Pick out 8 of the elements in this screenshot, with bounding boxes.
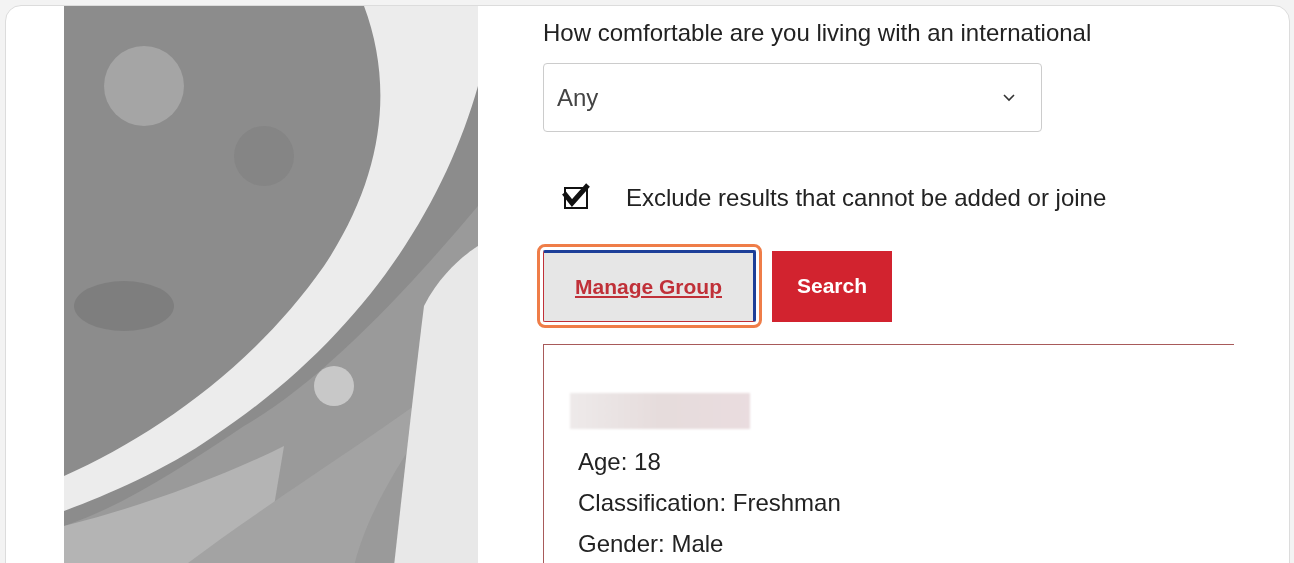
question-label: How comfortable are you living with an international: [543, 19, 1093, 48]
detail-text: Age: 18: [578, 447, 662, 477]
detail-text: Gender: Male: [578, 529, 725, 559]
detail-text: Classification: Freshman: [578, 488, 842, 518]
chevron-down-icon: [1003, 93, 1015, 102]
search-button[interactable]: Search: [772, 250, 892, 322]
checkbox-label: Exclude results that cannot be added or joine: [626, 184, 1107, 212]
select-dropdown[interactable]: Any: [543, 63, 1042, 132]
